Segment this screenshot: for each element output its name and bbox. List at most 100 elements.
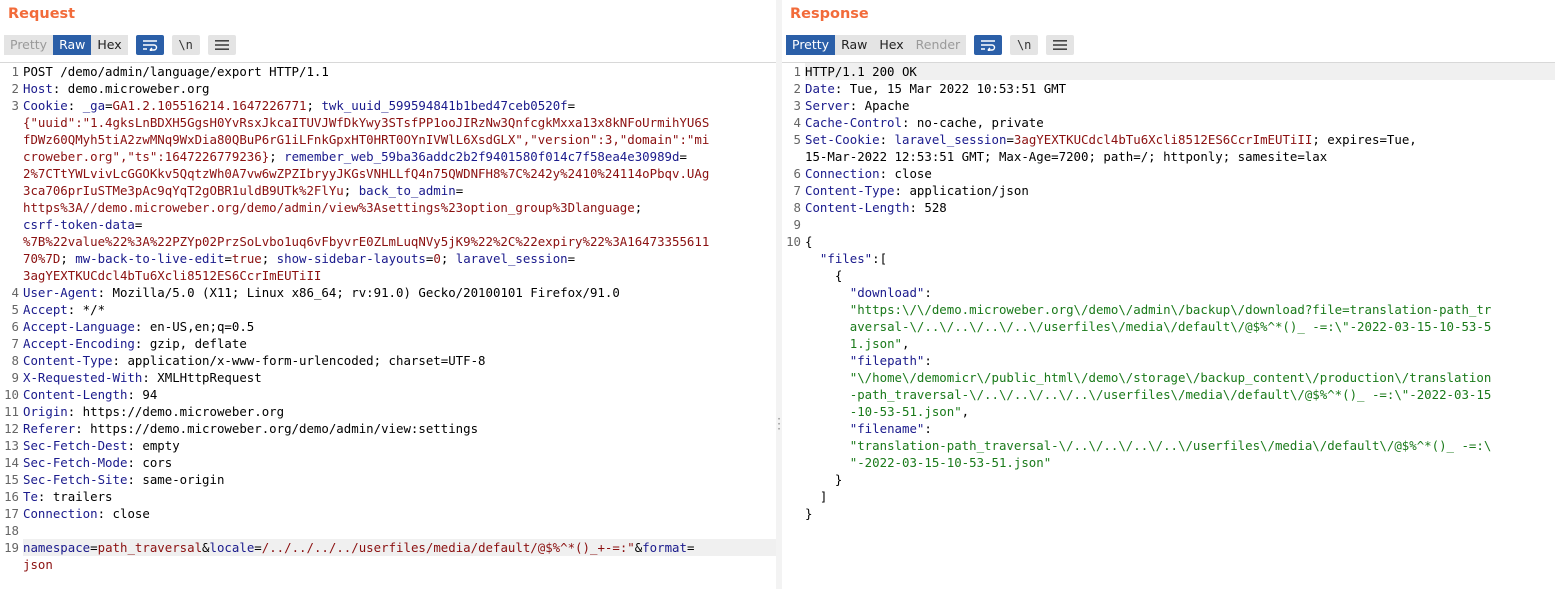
line-content: { [805,233,1555,250]
line-number: 16 [4,489,19,504]
response-newline-toggle-button[interactable]: \n [1010,35,1039,55]
line-content: "filename": [805,420,1555,437]
token: : */* [67,302,106,317]
code-line: 1.json", [782,335,1555,352]
token: : XMLHttpRequest [142,370,262,385]
response-panel: Response Pretty Raw Hex Render \n 1 HTTP/1.1… [782,0,1555,589]
token: : Mozilla/5.0 (X11; Linux x86_64; rv:91.… [97,285,620,300]
token: = [567,98,576,113]
code-line: 8 Content-Type: application/x-www-form-ur… [0,352,776,369]
request-tab-pretty[interactable]: Pretty [4,35,54,55]
token: mw-back-to-live-edit [75,251,225,266]
line-content: "download": [805,284,1555,301]
token: Accept [23,302,68,317]
token: -10-53-51.json" [849,404,962,419]
line-content: namespace=path_traversal&locale=/../../.… [23,539,776,556]
line-number [0,199,23,216]
line-number: 7 [11,336,19,351]
token: 3agYEXTKUCdcl4bTu6Xcli8512ES6CcrImEUTiII [23,268,322,283]
response-wrap-lines-button[interactable] [974,35,1003,55]
code-line: 4 User-Agent: Mozilla/5.0 (X11; Linux x86… [0,284,776,301]
token: } [805,472,843,487]
code-line: croweber.org","ts":1647226779236}; remem… [0,148,776,165]
line-content: Referer: https://demo.microweber.org/dem… [23,420,776,437]
line-content: Accept-Language: en-US,en;q=0.5 [23,318,776,335]
token: Cache-Control [805,115,902,130]
response-editor[interactable]: 1 HTTP/1.1 200 OK 2 Date: Tue, 15 Mar 2022 … [782,62,1555,589]
token: Sec-Fetch-Mode [23,455,128,470]
response-tab-render[interactable]: Render [909,35,967,55]
line-content: 15-Mar-2022 12:53:51 GMT; Max-Age=7200; … [805,148,1555,165]
request-newline-toggle-button[interactable]: \n [171,35,200,55]
line-content: Server: Apache [805,97,1555,114]
request-title: Request [8,6,76,22]
line-number: 8 [11,353,19,368]
line-content: -path_traversal-\/..\/..\/..\/..\/userfi… [805,386,1555,403]
token: Sec-Fetch-Dest [23,438,128,453]
token: twk_uuid_599594841b1bed47ceb0520f [321,98,568,113]
request-toolbar: Pretty Raw Hex \n [4,35,236,55]
line-content: Connection: close [23,505,776,522]
token: Origin [23,404,68,419]
line-content: } [805,471,1555,488]
code-line: 18 [0,522,776,539]
request-tab-raw[interactable]: Raw [53,35,92,55]
line-number [782,352,805,369]
line-content: "\/home\/demomicr\/public_html\/demo\/st… [805,369,1555,386]
token: "\/home\/demomicr\/public_html\/demo\/st… [849,370,1492,385]
token: aversal-\/..\/..\/..\/..\/userfiles\/med… [849,319,1492,334]
code-line: 3 Server: Apache [782,97,1555,114]
code-line: 14 Sec-Fetch-Mode: cors [0,454,776,471]
code-line: "\/home\/demomicr\/public_html\/demo\/st… [782,369,1555,386]
line-content: -10-53-51.json", [805,403,1555,420]
line-content: Origin: https://demo.microweber.org [23,403,776,420]
line-content: User-Agent: Mozilla/5.0 (X11; Linux x86_… [23,284,776,301]
token: = [686,540,695,555]
line-number [0,114,23,131]
request-menu-button[interactable] [207,35,236,55]
token: : no-cache, private [901,115,1044,130]
response-tab-raw[interactable]: Raw [835,35,874,55]
token: Set-Cookie [805,132,880,147]
line-content: Sec-Fetch-Mode: cors [23,454,776,471]
response-menu-button[interactable] [1046,35,1075,55]
line-content: Accept-Encoding: gzip, deflate [23,335,776,352]
token: { [805,268,843,283]
request-editor[interactable]: 1 POST /demo/admin/language/export HTTP/1… [0,62,776,589]
token: = [455,183,464,198]
code-line: 13 Sec-Fetch-Dest: empty [0,437,776,454]
token: = [105,98,113,113]
line-content: csrf-token-data= [23,216,776,233]
hamburger-menu-icon [214,40,229,50]
line-content [805,216,1555,233]
token: Date [805,81,835,96]
response-tab-pretty[interactable]: Pretty [786,35,836,55]
line-content: Cache-Control: no-cache, private [805,114,1555,131]
token: : Apache [849,98,910,113]
response-tab-hex[interactable]: Hex [873,35,910,55]
line-number [782,454,805,471]
line-content: aversal-\/..\/..\/..\/..\/userfiles\/med… [805,318,1555,335]
line-number [782,267,805,284]
token: : 528 [909,200,947,215]
token: : en-US,en;q=0.5 [134,319,255,334]
token: : 94 [127,387,158,402]
code-line: 11 Origin: https://demo.microweber.org [0,403,776,420]
request-tab-hex[interactable]: Hex [91,35,128,55]
token: json [23,557,53,572]
token: ; [440,251,456,266]
line-number: 1 [11,64,19,79]
request-wrap-lines-button[interactable] [135,35,164,55]
token: Sec-Fetch-Site [23,472,128,487]
hamburger-menu-icon [1053,40,1068,50]
line-number [782,369,805,386]
request-view-tabs: Pretty Raw Hex [4,35,128,55]
line-content: Content-Type: application/x-www-form-url… [23,352,776,369]
code-line: 5 Set-Cookie: laravel_session=3agYEXTKUCd… [782,131,1555,148]
line-number [782,505,805,522]
code-line: https%3A//demo.microweber.org/demo/admin… [0,199,776,216]
token: : cors [127,455,173,470]
